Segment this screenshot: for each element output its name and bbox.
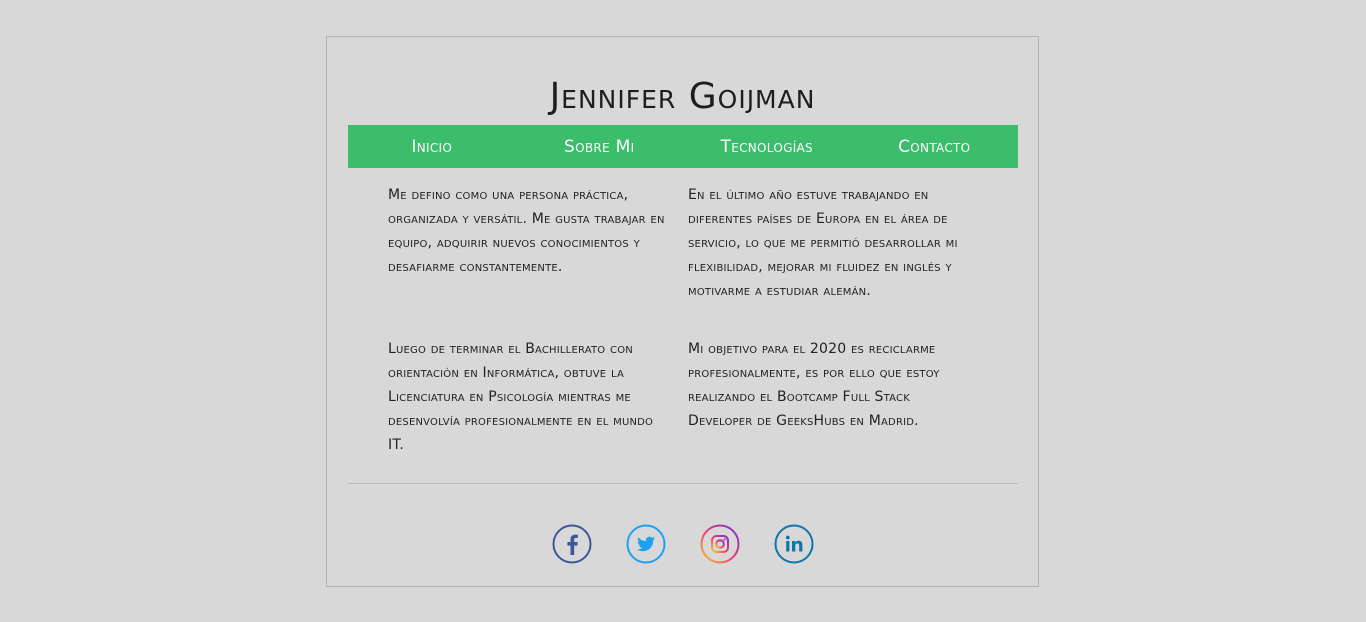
about-text: Mi objetivo para el 2020 es reciclarme p… (688, 341, 940, 429)
social-links (327, 524, 1038, 564)
nav-item-inicio[interactable]: Inicio (348, 137, 516, 157)
about-paragraph-3: Luego de terminar el Bachillerato con or… (388, 337, 670, 457)
facebook-icon (552, 524, 591, 564)
divider (348, 483, 1018, 484)
about-paragraph-1: Me defino como una persona práctica, org… (388, 183, 670, 279)
about-paragraph-2: En el último año estuve trabajando en di… (688, 183, 970, 303)
instagram-icon (700, 524, 739, 564)
about-text: Luego de terminar el Bachillerato con or… (388, 341, 654, 453)
about-text: En el último año estuve trabajando en di… (688, 187, 958, 299)
nav-item-contacto[interactable]: Contacto (851, 137, 1019, 157)
linkedin-link[interactable] (774, 524, 814, 564)
profile-card: Jennifer Goijman Inicio Sobre Mi Tecnolo… (326, 36, 1039, 587)
nav-item-sobre-mi[interactable]: Sobre Mi (516, 137, 684, 157)
nav-bar: Inicio Sobre Mi Tecnologías Contacto (348, 125, 1018, 168)
nav-item-tecnologias[interactable]: Tecnologías (683, 137, 851, 157)
twitter-link[interactable] (626, 524, 666, 564)
page-title: Jennifer Goijman (549, 76, 816, 117)
twitter-icon (626, 524, 665, 564)
instagram-link[interactable] (700, 524, 740, 564)
facebook-link[interactable] (552, 524, 592, 564)
linkedin-icon (774, 524, 813, 564)
about-text: Me defino como una persona práctica, org… (388, 187, 665, 275)
about-paragraph-4: Mi objetivo para el 2020 es reciclarme p… (688, 337, 970, 433)
